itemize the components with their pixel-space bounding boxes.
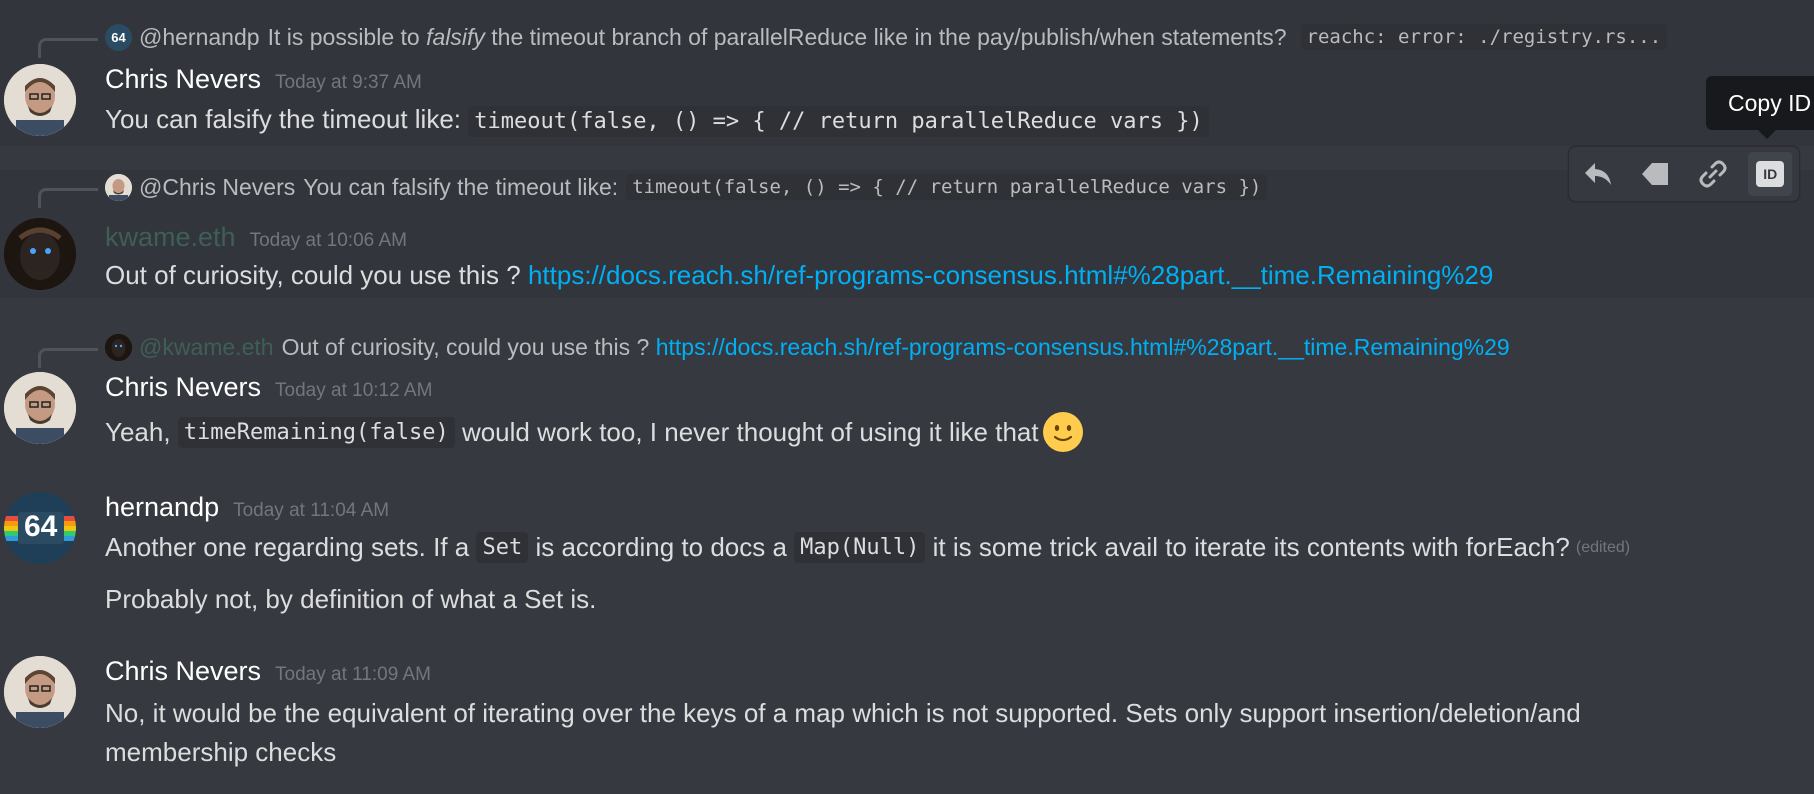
reply-text: It is possible to <box>267 23 420 50</box>
reply-icon <box>1584 163 1611 185</box>
reply-author[interactable]: @Chris Nevers <box>139 174 295 201</box>
message-text: No, it would be the equivalent of iterat… <box>105 698 1581 767</box>
reply-preview[interactable]: @Chris Nevers You can falsify the timeou… <box>105 170 1268 204</box>
tag-icon <box>1642 163 1669 185</box>
mark-unread-button[interactable] <box>1633 152 1677 196</box>
avatar[interactable] <box>4 656 76 728</box>
username[interactable]: Chris Nevers <box>105 656 261 687</box>
edited-label: (edited) <box>1575 538 1631 556</box>
reply-text: You can falsify the timeout like: <box>303 173 619 200</box>
id-icon: ID <box>1756 161 1785 187</box>
avatar[interactable] <box>4 218 76 290</box>
message-1[interactable]: 64 @hernandp It is possible to falsify t… <box>0 0 1814 146</box>
reply-link[interactable]: https://docs.reach.sh/ref-programs-conse… <box>656 334 1510 361</box>
inline-code-set: Set <box>476 532 529 563</box>
link-icon <box>1699 160 1727 188</box>
avatar[interactable] <box>4 64 76 136</box>
timestamp[interactable]: Today at 10:06 AM <box>250 230 407 252</box>
message-4[interactable]: 64 hernandp Today at 11:04 AM Another on… <box>0 488 1814 618</box>
username[interactable]: hernandp <box>105 492 219 523</box>
message-link[interactable]: https://docs.reach.sh/ref-programs-conse… <box>528 260 1493 290</box>
message-content: You can falsify the timeout like: timeou… <box>105 104 1209 137</box>
tooltip: Copy ID <box>1706 76 1814 130</box>
username[interactable]: Chris Nevers <box>105 64 261 95</box>
avatar-badge-text: 64 <box>24 510 58 543</box>
message-text: Yeah, <box>105 416 171 447</box>
reply-preview[interactable]: @kwame.eth Out of curiosity, could you u… <box>105 330 1510 364</box>
reply-code: reachc: error: ./registry.rs... <box>1300 24 1668 50</box>
message-text-2: is according to docs a <box>535 532 787 562</box>
timestamp[interactable]: Today at 9:37 AM <box>275 72 422 94</box>
message-text-3: it is some trick avail to iterate its co… <box>925 532 1570 562</box>
timestamp[interactable]: Today at 11:04 AM <box>233 500 389 522</box>
reply-text: Out of curiosity, could you use this ? <box>281 333 650 360</box>
username[interactable]: Chris Nevers <box>105 372 261 403</box>
reply-button[interactable] <box>1576 152 1620 196</box>
message-text: Out of curiosity, could you use this ? <box>105 260 521 290</box>
username[interactable]: kwame.eth <box>105 222 236 253</box>
reply-code: timeout(false, () => { // return paralle… <box>626 174 1268 200</box>
message-2[interactable]: @Chris Nevers You can falsify the timeou… <box>0 170 1814 298</box>
inline-code: timeout(false, () => { // return paralle… <box>468 106 1209 137</box>
slight-smile-emoji[interactable] <box>1042 412 1083 452</box>
avatar[interactable] <box>4 372 76 444</box>
message-header: kwame.eth Today at 10:06 AM <box>105 222 407 253</box>
inline-code: timeRemaining(false) <box>177 416 455 448</box>
message-header: Chris Nevers Today at 10:12 AM <box>105 372 432 403</box>
followup-message: Probably not, by definition of what a Se… <box>105 584 597 614</box>
reply-author[interactable]: @hernandp <box>139 24 260 51</box>
message-header: hernandp Today at 11:04 AM <box>105 492 389 523</box>
reply-avatar: 64 <box>105 23 132 51</box>
reply-author[interactable]: @kwame.eth <box>139 334 274 361</box>
copy-id-button[interactable]: ID <box>1748 152 1793 196</box>
timestamp[interactable]: Today at 11:09 AM <box>275 664 431 686</box>
message-header: Chris Nevers Today at 11:09 AM <box>105 656 431 687</box>
reply-connector <box>38 348 98 368</box>
message-5[interactable]: Chris Nevers Today at 11:09 AM No, it wo… <box>0 650 1814 794</box>
timestamp[interactable]: Today at 10:12 AM <box>275 380 432 402</box>
reply-text-italic: falsify <box>426 23 485 50</box>
message-header: Chris Nevers Today at 9:37 AM <box>105 64 422 95</box>
message-content: Out of curiosity, could you use this ? h… <box>105 260 1493 291</box>
copy-link-button[interactable] <box>1691 152 1735 196</box>
reply-text-after: the timeout branch of parallelReduce lik… <box>491 23 1287 50</box>
inline-code-map: Map(Null) <box>794 532 926 563</box>
message-3[interactable]: @kwame.eth Out of curiosity, could you u… <box>0 330 1814 460</box>
reply-avatar <box>105 333 132 361</box>
message-content: Another one regarding sets. If a Set is … <box>105 532 1630 563</box>
reply-avatar <box>105 173 132 201</box>
tooltip-arrow <box>1758 130 1776 139</box>
message-content: Yeah, timeRemaining(false) would work to… <box>105 412 1083 452</box>
avatar[interactable]: 64 <box>4 492 76 564</box>
message-text: You can falsify the timeout like: <box>105 104 462 134</box>
reply-connector <box>38 38 98 58</box>
reply-connector <box>38 188 98 208</box>
message-text: Another one regarding sets. If a <box>105 532 470 562</box>
reply-preview[interactable]: 64 @hernandp It is possible to falsify t… <box>105 20 1668 54</box>
message-text-after: would work too, I never thought of using… <box>461 416 1039 447</box>
message-actions-toolbar: ID <box>1568 146 1800 202</box>
